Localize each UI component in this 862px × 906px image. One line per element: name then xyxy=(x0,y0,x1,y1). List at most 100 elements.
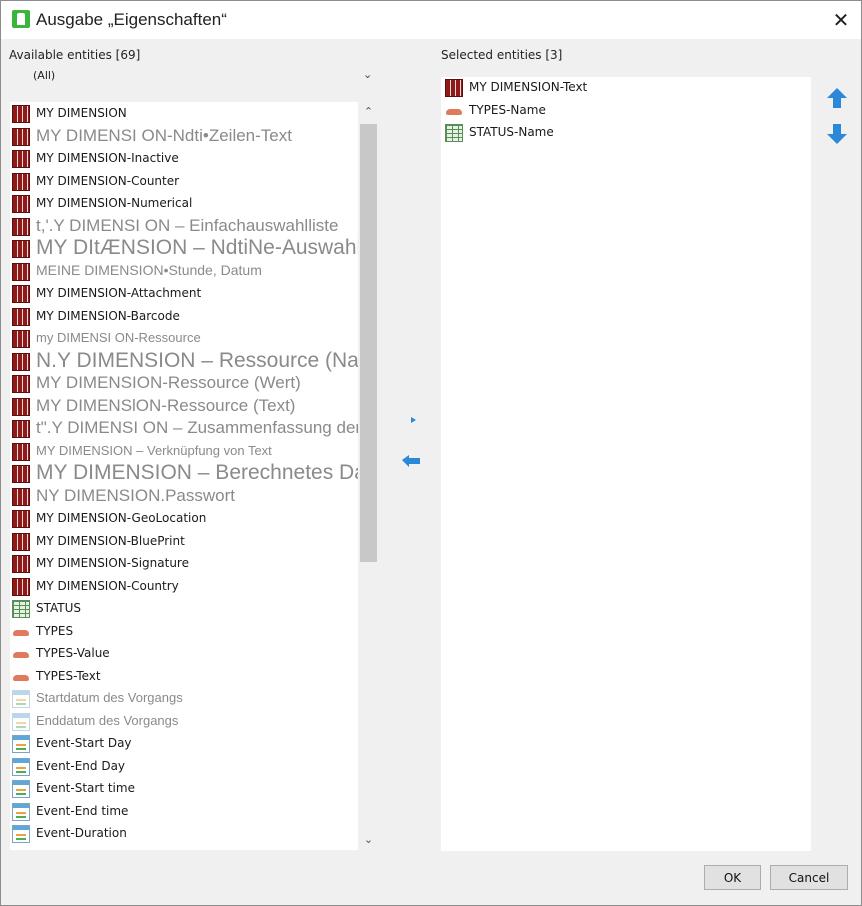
list-item[interactable]: Event-End Day xyxy=(10,756,358,778)
dimension-icon xyxy=(12,285,30,303)
types-icon xyxy=(12,645,30,663)
list-item[interactable]: Event-Start time xyxy=(10,778,358,800)
scrollbar[interactable]: ⌃ ⌄ xyxy=(358,102,379,850)
dimension-icon xyxy=(12,105,30,123)
types-icon xyxy=(12,668,30,686)
table-icon xyxy=(12,600,30,618)
selected-item-label: STATUS-Name xyxy=(469,125,554,139)
selected-list-item[interactable]: STATUS-Name xyxy=(443,122,803,144)
list-item[interactable]: MY DIMENSION-BluePrint xyxy=(10,531,358,553)
list-item[interactable]: MY DIMENSION-Inactive xyxy=(10,148,358,170)
list-item[interactable]: TYPES-Text xyxy=(10,666,358,688)
list-item-label: MY DIMENSION-Numerical xyxy=(36,196,193,210)
entity-filter-dropdown[interactable]: (All) ⌄ xyxy=(11,65,379,87)
list-item[interactable]: MY DIMENSION-Barcode xyxy=(10,306,358,328)
list-item-label: MY DIMENSION-Barcode xyxy=(36,308,180,323)
dialog: Ausgabe „Eigenschaften“ ✕ Available enti… xyxy=(0,0,862,906)
window-title: Ausgabe „Eigenschaften“ xyxy=(36,10,227,29)
calendar-icon-faded xyxy=(12,690,30,708)
list-item[interactable]: Event-Duration xyxy=(10,823,358,845)
list-item-label: MY DIMENSION – Berechnetes Datum xyxy=(36,461,358,484)
selected-entities-label: Selected entities [3] xyxy=(441,48,563,62)
list-item-label: MY DIMENSION-Inactive xyxy=(36,151,179,165)
list-item-label: MY DItÆNSION – NdtiNe-Auswahlliste xyxy=(36,236,358,259)
list-item-label: MY DIMENSION-Counter xyxy=(36,173,180,188)
list-item[interactable]: N.Y DIMENSION – Ressource (Name) xyxy=(10,348,358,373)
dimension-icon xyxy=(12,240,30,258)
types-icon xyxy=(445,102,463,120)
list-item-label: Event-End Day xyxy=(36,758,126,773)
list-item[interactable]: Event-End time xyxy=(10,801,358,823)
dimension-icon xyxy=(12,532,30,551)
list-item-label: TYPES-Text xyxy=(36,668,101,683)
list-item-label: MEINE DIMENSION•Stunde, Datum xyxy=(36,261,262,278)
dimension-icon xyxy=(12,127,30,146)
remove-arrow-icon[interactable] xyxy=(401,454,421,470)
list-item-label: N.Y DIMENSION – Ressource (Name) xyxy=(36,348,358,372)
list-item[interactable]: TYPES-Value xyxy=(10,643,358,665)
list-item-label: TYPES-Value xyxy=(36,646,110,660)
list-item-label: MY DIMENSION-Ressource (Wert) xyxy=(36,373,301,392)
available-entities-label: Available entities [69] xyxy=(9,48,141,62)
selected-list-item[interactable]: MY DIMENSION-Text xyxy=(443,77,803,99)
calendar-icon xyxy=(12,757,30,776)
dimension-icon xyxy=(12,330,30,348)
move-down-arrow-icon[interactable] xyxy=(825,122,849,146)
dimension-icon xyxy=(12,262,30,281)
dimension-icon xyxy=(12,352,30,371)
list-item-label: MY DIMENSION-GeoLocation xyxy=(36,511,207,525)
selected-entities-list[interactable]: MY DIMENSION-Text TYPES-Name STATUS-Name xyxy=(441,77,811,851)
scroll-up-icon[interactable]: ⌃ xyxy=(358,102,379,122)
list-item[interactable]: t".Y DIMENSI ON – Zusammenfassung der Vo… xyxy=(10,418,358,440)
list-item[interactable]: MY DIMENSION-Numerical xyxy=(10,193,358,215)
list-item[interactable]: MY DIMENSION – Verknüpfung von Text xyxy=(10,441,358,463)
list-item-label: NY DIMENSION.Passwort xyxy=(36,485,236,505)
list-item-label: MY DIMENSlON-Ressource (Text) xyxy=(36,395,296,415)
dimension-icon xyxy=(12,442,30,461)
list-item[interactable]: MY DIMENSION-Attachment xyxy=(10,283,358,305)
list-item[interactable]: t,'.Y DIMENSI ON – Einfachauswahlliste xyxy=(10,216,358,238)
list-item[interactable]: STATUS xyxy=(10,598,358,620)
list-item-label: Event-Duration xyxy=(36,826,127,840)
list-item[interactable]: MY DIMENSION xyxy=(10,103,358,125)
list-item[interactable]: my DIMENSI ON-Ressource xyxy=(10,328,358,350)
dimension-icon xyxy=(12,150,30,168)
list-item-label: t".Y DIMENSI ON – Zusammenfassung der Vo… xyxy=(36,418,358,437)
dimension-icon xyxy=(12,375,30,393)
selected-list-item[interactable]: TYPES-Name xyxy=(443,100,803,122)
available-entities-list[interactable]: MY DIMENSION MY DIMENSI ON-Ndti•Zeilen-Te… xyxy=(10,102,358,850)
calendar-icon xyxy=(12,825,30,843)
list-item[interactable]: MY DIMENSION-Country xyxy=(10,576,358,598)
list-item-label: MY DIMENSION – Verknüpfung von Text xyxy=(36,442,272,458)
list-item[interactable]: MY DIMENSION-Signature xyxy=(10,553,358,575)
list-item[interactable]: Startdatum des Vorgangs xyxy=(10,688,358,710)
move-up-arrow-icon[interactable] xyxy=(825,86,849,110)
list-item[interactable]: MY DIMENSION-Counter xyxy=(10,171,358,193)
close-button[interactable]: ✕ xyxy=(823,5,859,35)
filter-selected-value: (All) xyxy=(33,69,56,82)
app-icon xyxy=(12,10,30,28)
dimension-icon xyxy=(12,510,30,528)
dimension-icon xyxy=(12,217,30,236)
add-arrow-icon[interactable] xyxy=(410,416,418,424)
calendar-icon xyxy=(12,802,30,821)
list-item[interactable]: MY DIMENSION-GeoLocation xyxy=(10,508,358,530)
list-item[interactable]: MY DIMENSION – Berechnetes Datum xyxy=(10,461,358,485)
ok-button[interactable]: OK xyxy=(704,865,761,890)
calendar-icon xyxy=(12,735,30,753)
list-item[interactable]: Enddatum des Vorgangs xyxy=(10,711,358,733)
scrollbar-thumb[interactable] xyxy=(360,124,377,562)
list-item[interactable]: MY DIMENSION-Ressource (Wert) xyxy=(10,373,358,395)
scroll-down-icon[interactable]: ⌄ xyxy=(358,830,379,850)
list-item[interactable]: MY DIMENSI ON-Ndti•Zeilen-Text xyxy=(10,126,358,148)
cancel-button[interactable]: Cancel xyxy=(770,865,848,890)
list-item[interactable]: NY DIMENSION.Passwort xyxy=(10,486,358,508)
list-item-label: Event-Start time xyxy=(36,781,135,795)
list-item[interactable]: MY DItÆNSION – NdtiNe-Auswahlliste xyxy=(10,236,358,260)
list-item-label: Startdatum des Vorgangs xyxy=(36,690,183,705)
dimension-icon xyxy=(12,195,30,213)
list-item[interactable]: Event-Start Day xyxy=(10,733,358,755)
list-item[interactable]: MEINE DIMENSION•Stunde, Datum xyxy=(10,261,358,283)
list-item[interactable]: MY DIMENSlON-Ressource (Text) xyxy=(10,396,358,418)
list-item[interactable]: TYPES xyxy=(10,621,358,643)
